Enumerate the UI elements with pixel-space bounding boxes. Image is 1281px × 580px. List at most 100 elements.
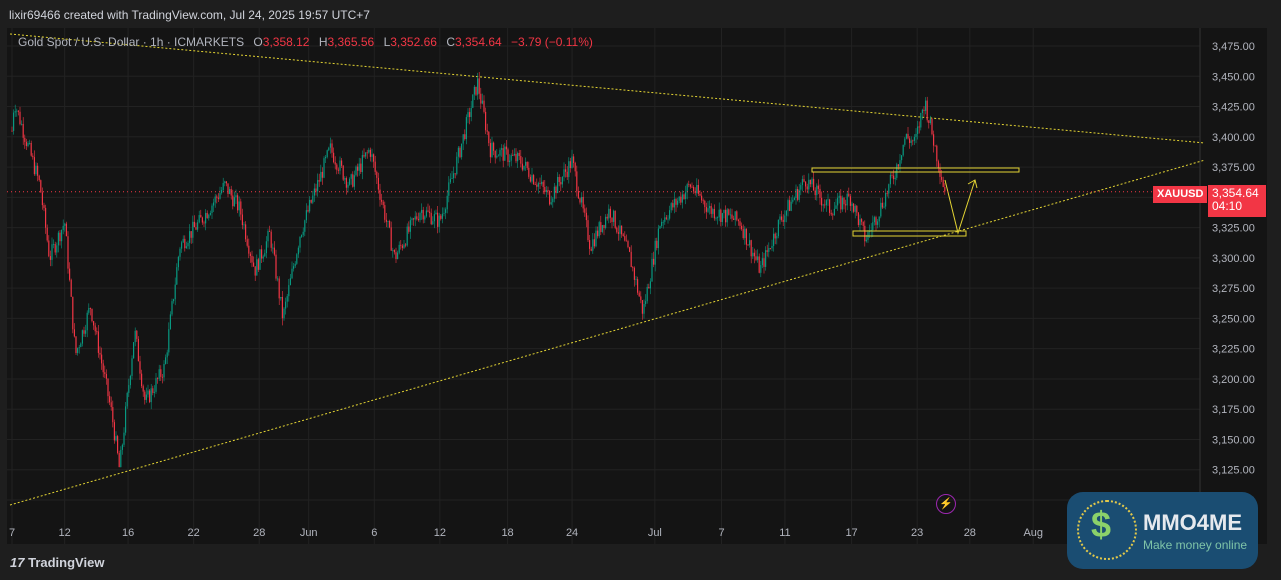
candle-body — [701, 195, 703, 201]
candle-body — [779, 216, 781, 220]
candle-body — [173, 299, 175, 302]
candle-body — [784, 215, 786, 222]
candle-body — [837, 197, 839, 206]
candle-body — [349, 178, 351, 185]
candle-body — [483, 100, 485, 112]
candle-body — [424, 216, 426, 220]
candle-body — [445, 209, 447, 213]
candle-body — [513, 153, 515, 156]
candle-body — [608, 208, 610, 219]
candle-body — [59, 232, 61, 242]
candle-body — [421, 209, 423, 213]
candle-body — [646, 286, 648, 302]
candle-body — [769, 247, 771, 249]
candle-body — [297, 247, 299, 255]
lightning-icon[interactable]: ⚡ — [936, 494, 956, 514]
candle-body — [384, 205, 386, 220]
candle-body — [896, 164, 898, 178]
candle-body — [691, 186, 693, 188]
candle-body — [403, 244, 405, 248]
candle-body — [752, 252, 754, 257]
candle-body — [715, 217, 717, 219]
candle-body — [368, 149, 370, 153]
candle-body — [574, 162, 576, 172]
candle-body — [369, 149, 371, 157]
candle-body — [664, 217, 666, 222]
candle-body — [515, 153, 517, 162]
candle-body — [801, 179, 803, 186]
candle-body — [592, 239, 594, 251]
candle-body — [485, 111, 487, 131]
candle-body — [739, 221, 741, 226]
candle-body — [672, 203, 674, 208]
candle-body — [617, 232, 619, 234]
tradingview-logo[interactable]: 17 TradingView — [10, 555, 104, 570]
candle-body — [150, 388, 152, 403]
candle-body — [790, 201, 792, 211]
candle-body — [569, 161, 571, 168]
candle-body — [248, 245, 250, 254]
candle-body — [229, 189, 231, 194]
candle-body — [728, 209, 730, 215]
candle-body — [523, 165, 525, 170]
candle-body — [126, 392, 128, 407]
candle-body — [101, 354, 103, 364]
symbol-description[interactable]: Gold Spot / U.S. Dollar · 1h · ICMARKETS — [18, 35, 244, 49]
change-value: −3.79 (−0.11%) — [511, 35, 593, 49]
candle-body — [749, 240, 751, 246]
candle-body — [659, 225, 661, 229]
candle-body — [758, 256, 760, 273]
candle-body — [446, 195, 448, 210]
candle-body — [533, 175, 535, 185]
x-tick-label: 7 — [718, 527, 724, 539]
candle-body — [581, 196, 583, 203]
candle-body — [878, 216, 880, 222]
candle-body — [32, 155, 34, 158]
candle-body — [536, 184, 538, 187]
candle-body — [222, 182, 224, 191]
x-tick-label: 7 — [9, 527, 15, 539]
candle-body — [64, 223, 66, 226]
candle-body — [630, 251, 632, 268]
candle-body — [713, 209, 715, 219]
candle-body — [195, 227, 197, 230]
candle-body — [662, 221, 664, 223]
candle-body — [419, 212, 421, 221]
y-tick-label: 3,375.00 — [1212, 162, 1255, 174]
candle-body — [241, 214, 243, 226]
candle-body — [621, 225, 623, 235]
candle-body — [717, 217, 719, 219]
candle-body — [365, 152, 367, 157]
last-price-badge: 3,354.64 04:10 — [1208, 185, 1266, 217]
candle-body — [880, 202, 882, 217]
candle-body — [149, 390, 151, 403]
y-tick-label: 3,425.00 — [1212, 102, 1255, 114]
candle-body — [921, 109, 923, 113]
candle-body — [301, 234, 303, 237]
x-tick-label: 17 — [845, 527, 857, 539]
candle-body — [605, 216, 607, 228]
candle-body — [665, 217, 667, 219]
candle-body — [686, 184, 688, 193]
candle-body — [539, 183, 541, 185]
candle-body — [931, 118, 933, 135]
candle-body — [232, 195, 234, 207]
candle-body — [72, 296, 74, 330]
ohlc-legend: Gold Spot / U.S. Dollar · 1h · ICMARKETS… — [18, 35, 593, 49]
candle-body — [366, 152, 368, 154]
candle-body — [425, 210, 427, 217]
candle-body — [709, 206, 711, 209]
candle-body — [337, 169, 339, 171]
candle-body — [355, 166, 357, 176]
candle-body — [923, 109, 925, 111]
candle-body — [363, 155, 365, 157]
candle-body — [496, 155, 498, 158]
x-tick-label: 23 — [911, 527, 923, 539]
candle-body — [145, 394, 147, 400]
candle-body — [677, 200, 679, 205]
candle-body — [499, 149, 501, 156]
candle-body — [571, 156, 573, 168]
candle-body — [136, 330, 138, 339]
candle-body — [741, 225, 743, 230]
candle-body — [51, 244, 53, 260]
